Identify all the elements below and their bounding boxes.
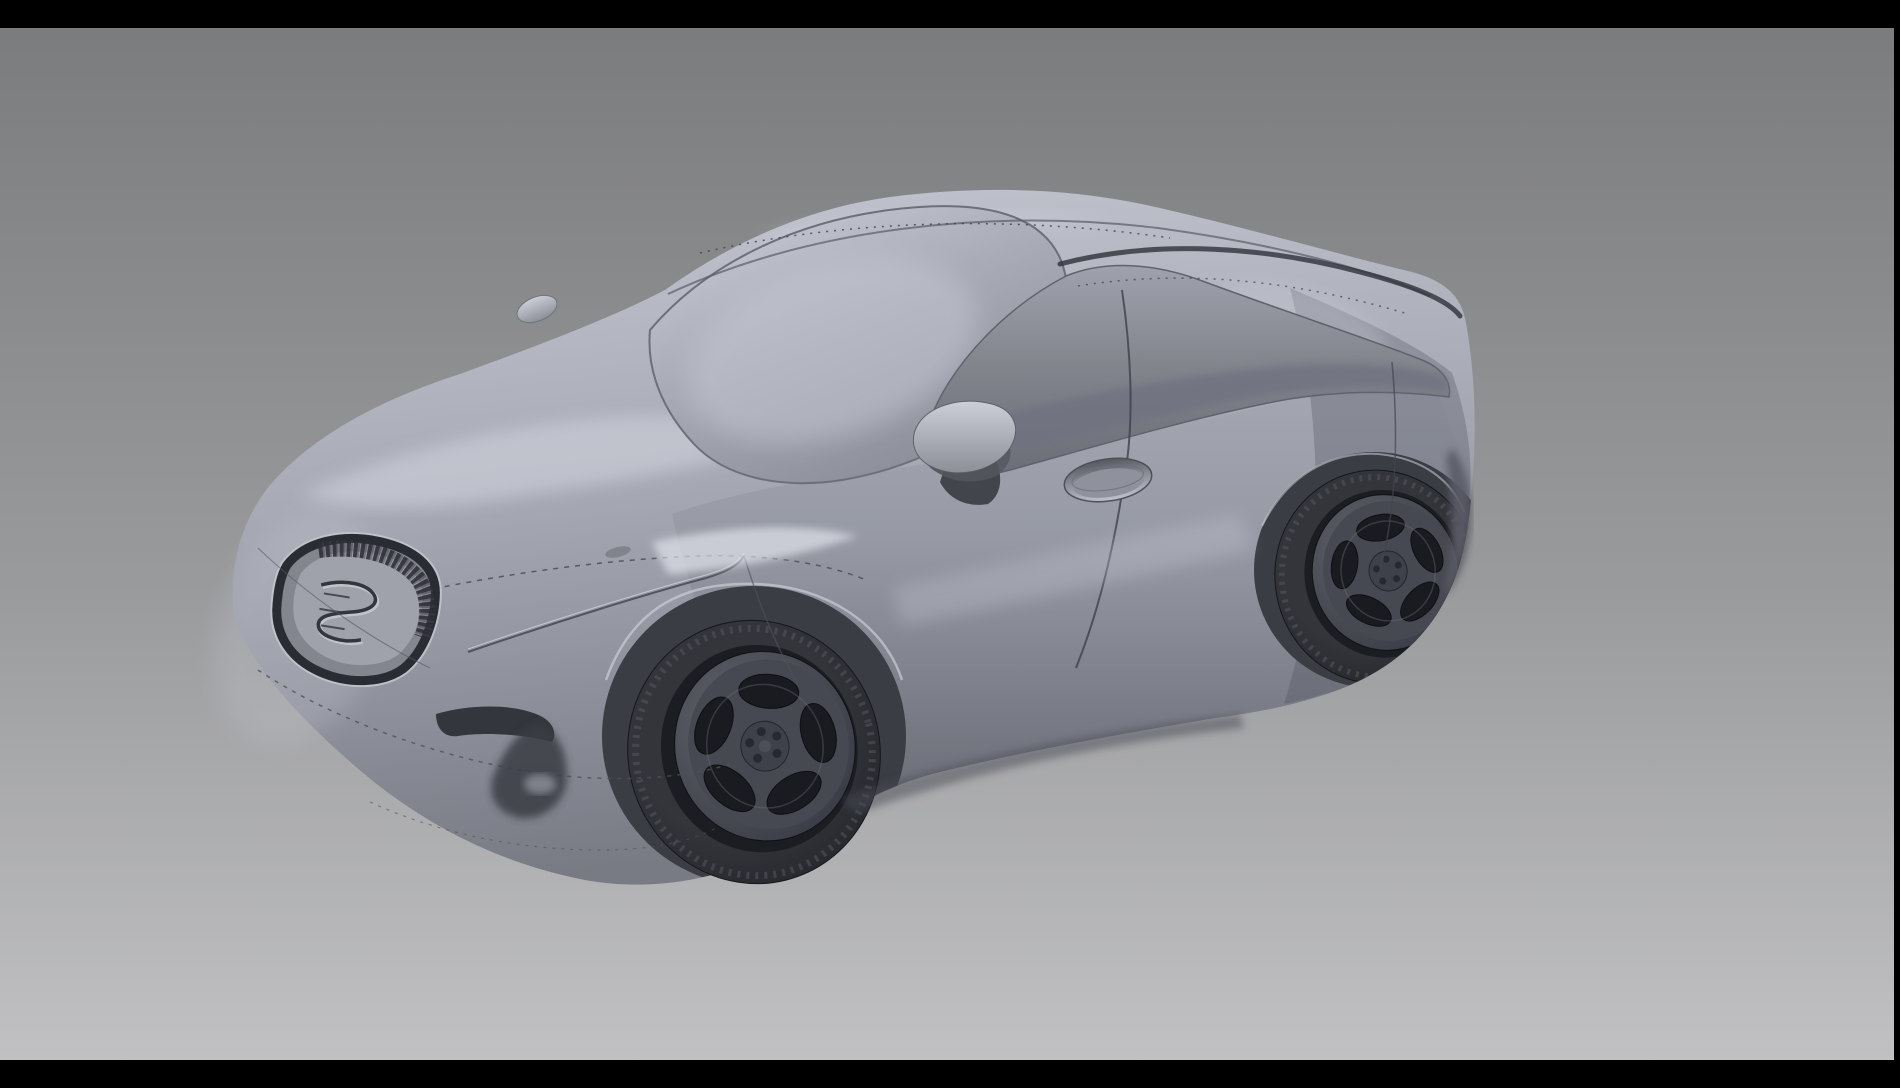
application-window: { "scene": { "subject": "SEAT concept ha… — [0, 0, 1900, 1060]
car-model[interactable] — [184, 190, 1496, 911]
top-bar — [0, 0, 1900, 28]
car-render — [0, 28, 1900, 1088]
antenna-nub — [513, 290, 561, 328]
3d-viewport[interactable] — [0, 28, 1894, 1060]
right-bar — [1894, 0, 1900, 1060]
